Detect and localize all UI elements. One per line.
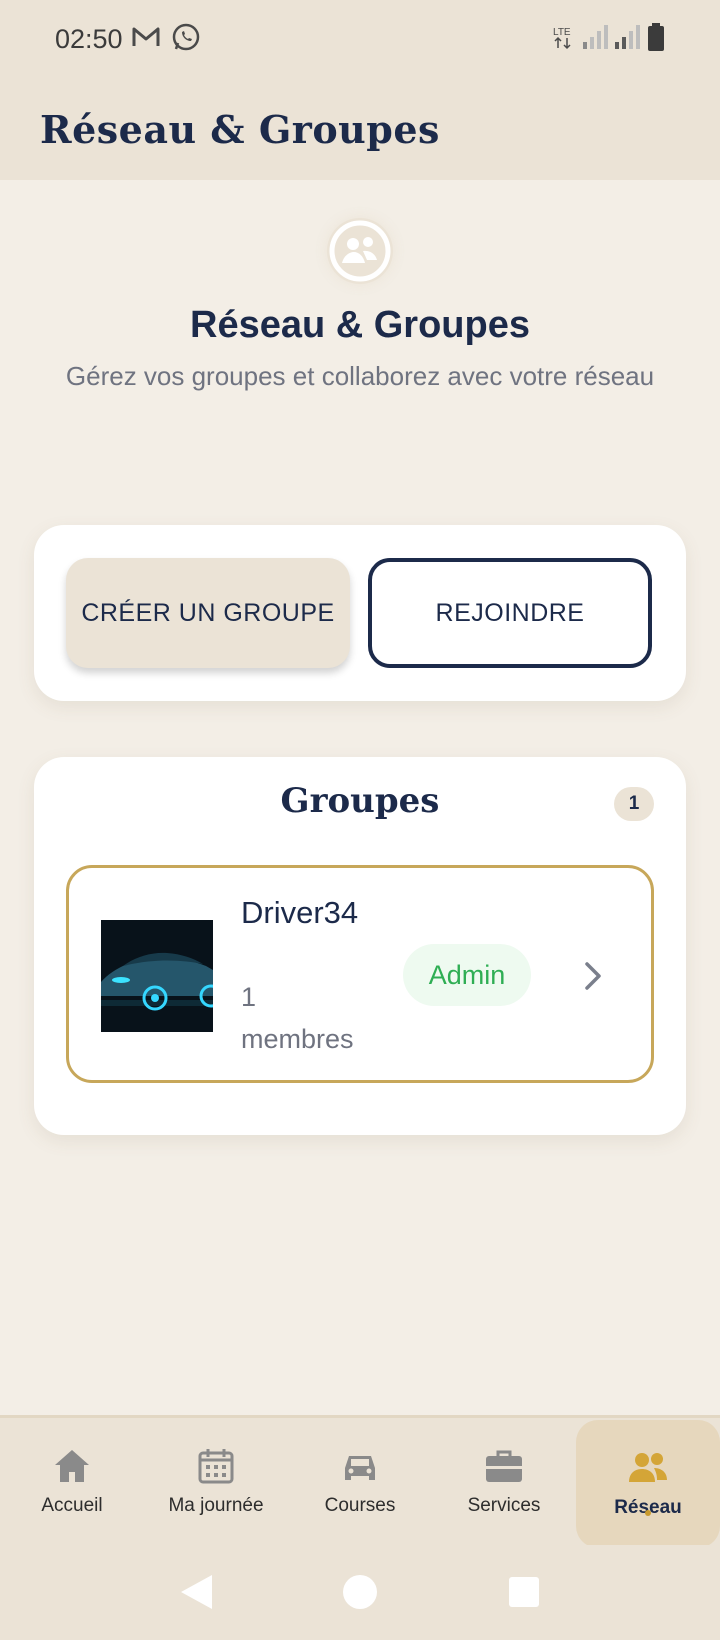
nav-item-accueil[interactable]: Accueil [0, 1418, 144, 1548]
hero-title: Réseau & Groupes [190, 304, 530, 346]
bottom-nav: Accueil Ma journée Courses Services Rése… [0, 1415, 720, 1548]
chevron-right-icon [581, 956, 607, 996]
nav-label-ma-journee: Ma journée [168, 1495, 264, 1516]
nav-item-services[interactable]: Services [432, 1418, 576, 1548]
hero-section: Réseau & Groupes Gérez vos groupes et co… [0, 180, 720, 392]
group-avatar [101, 920, 213, 1032]
home-icon [53, 1448, 91, 1489]
gmail-icon [131, 25, 161, 54]
actions-card: CRÉER UN GROUPE REJOINDRE [34, 525, 686, 701]
group-members-count: 1 membres [241, 982, 354, 1054]
car-icon [342, 1448, 378, 1489]
status-time: 02:50 [55, 23, 123, 54]
nav-label-accueil: Accueil [41, 1495, 103, 1516]
group-list-item[interactable]: Driver34 1 membres Admin [66, 865, 654, 1083]
calendar-icon [198, 1448, 234, 1489]
groups-card: Groupes 1 Driver34 1 membres Admin [34, 757, 686, 1135]
signal-icon [615, 24, 641, 54]
system-nav-bar [0, 1545, 720, 1640]
svg-text:LTE: LTE [553, 27, 571, 38]
battery-icon [647, 22, 665, 56]
signal-icon [583, 24, 609, 54]
users-icon [626, 1450, 670, 1491]
groups-title: Groupes [280, 781, 440, 821]
groups-count-badge: 1 [614, 787, 654, 821]
group-role-badge: Admin [403, 944, 531, 1006]
app-header: Réseau & Groupes [0, 78, 720, 180]
users-circle-icon [327, 218, 393, 284]
create-group-button[interactable]: CRÉER UN GROUPE [66, 558, 350, 668]
home-button-icon[interactable] [342, 1573, 378, 1616]
nav-label-courses: Courses [324, 1495, 396, 1516]
join-group-button[interactable]: REJOINDRE [368, 558, 652, 668]
lte-icon: LTE [553, 24, 577, 55]
page-title: Réseau & Groupes [40, 106, 440, 152]
status-bar: 02:50 LTE [0, 0, 720, 78]
whatsapp-icon [171, 22, 201, 57]
active-indicator-dot [645, 1510, 651, 1516]
nav-item-reseau[interactable]: Réseau [576, 1420, 720, 1548]
nav-item-ma-journee[interactable]: Ma journée [144, 1418, 288, 1548]
briefcase-icon [485, 1448, 523, 1489]
nav-item-courses[interactable]: Courses [288, 1418, 432, 1548]
back-icon[interactable] [178, 1573, 214, 1616]
hero-subtitle: Gérez vos groupes et collaborez avec vot… [65, 361, 655, 391]
recents-icon[interactable] [506, 1573, 542, 1616]
group-name: Driver34 [241, 895, 359, 930]
nav-label-services: Services [467, 1495, 541, 1516]
